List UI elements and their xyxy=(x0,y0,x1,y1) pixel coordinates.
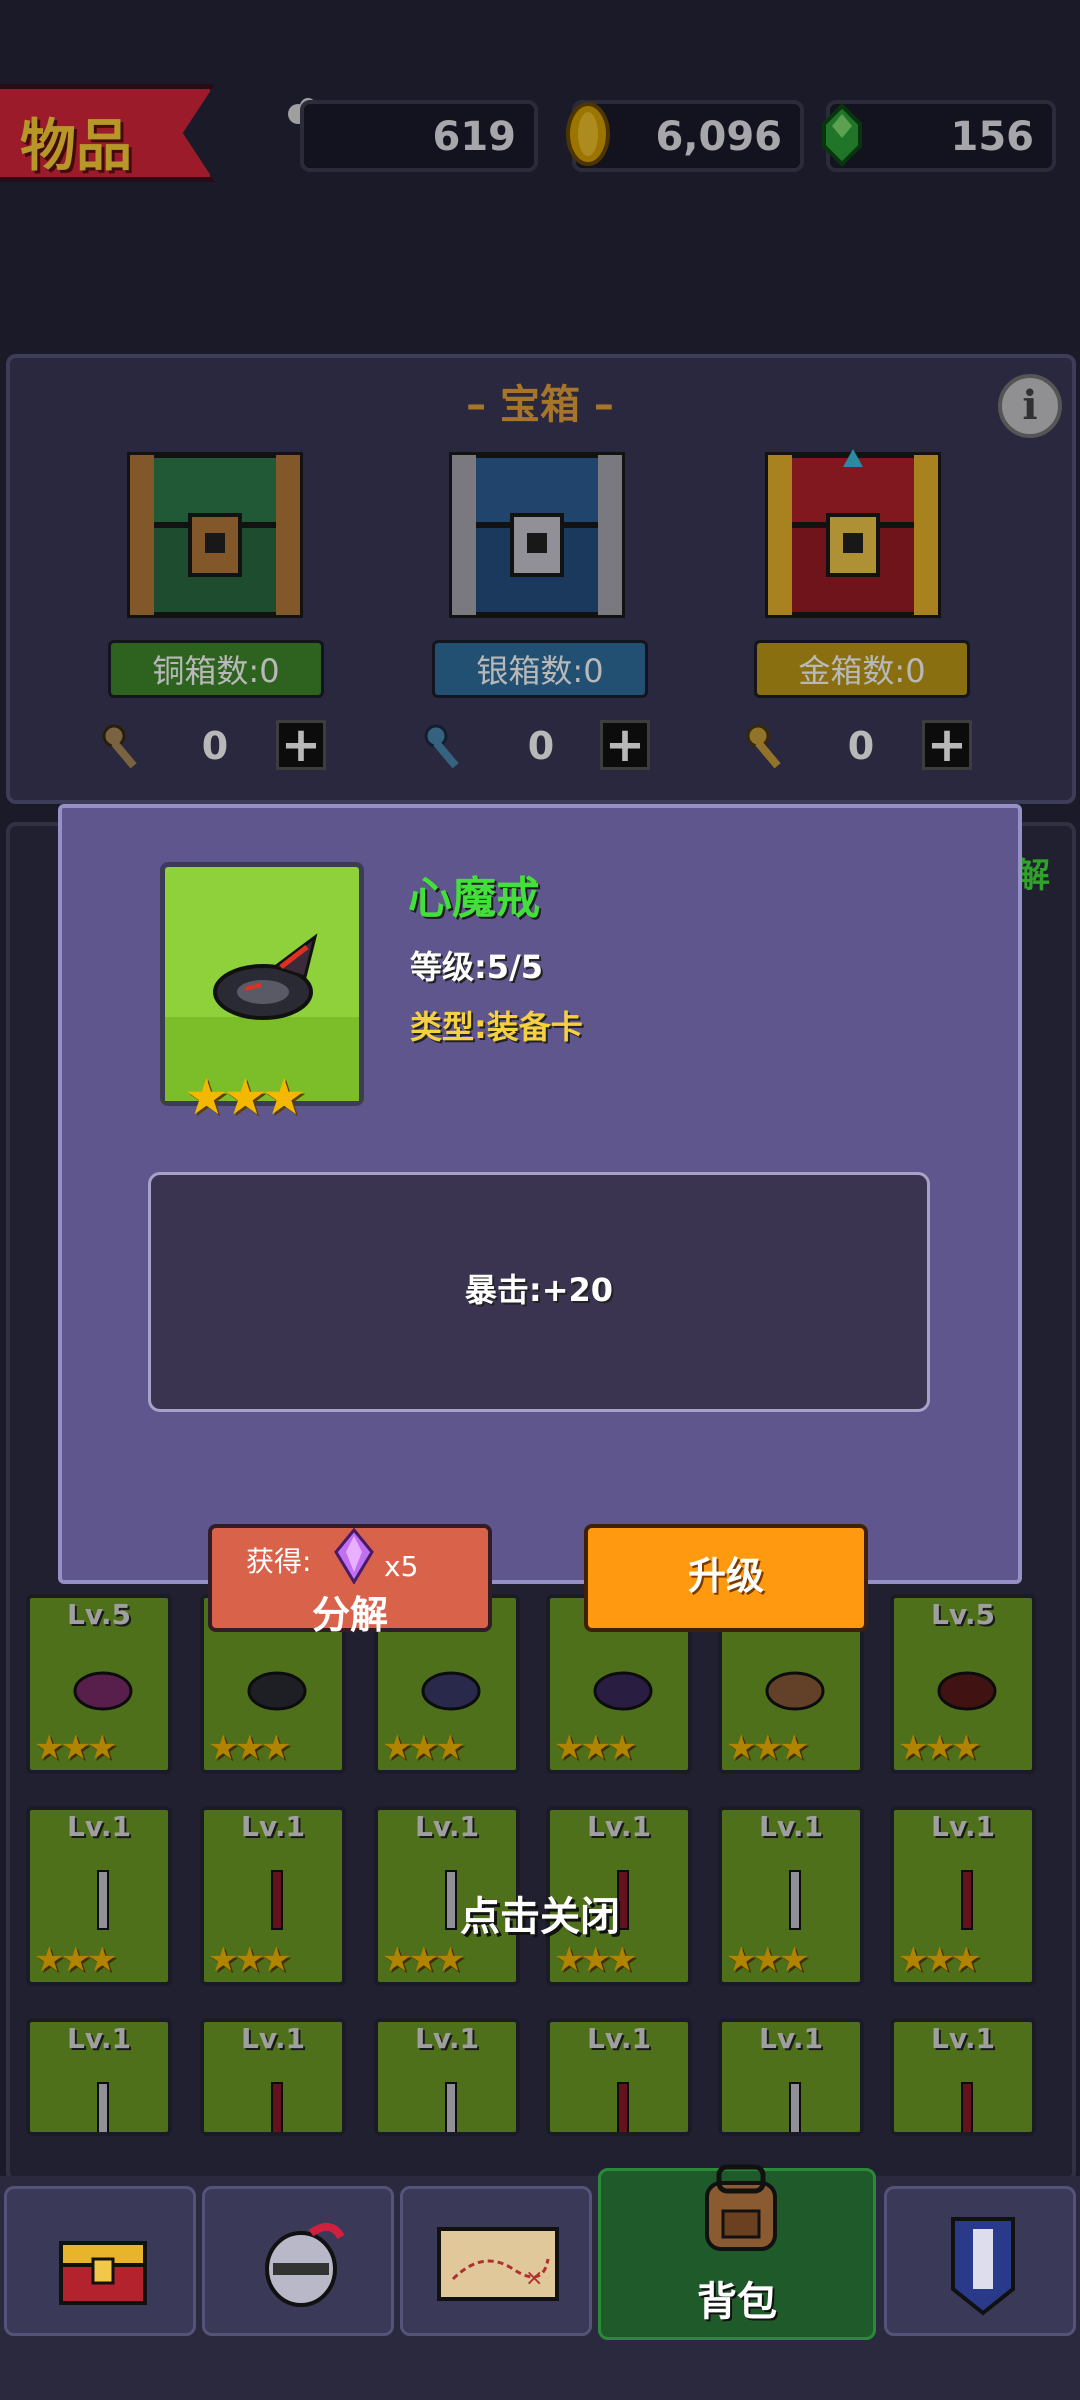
treasure-map-icon: × xyxy=(437,2227,559,2301)
item-name: 心魔戒 xyxy=(408,873,540,924)
decompose-label: 分解 xyxy=(311,1593,388,1637)
decompose-button[interactable]: 获得: x5 分解 xyxy=(208,1524,492,1637)
demon-ring-icon xyxy=(165,933,359,1101)
purple-crystal-icon xyxy=(334,1528,374,1584)
tab-chest[interactable] xyxy=(4,2186,196,2336)
treasure-chest-icon xyxy=(59,2241,147,2305)
backpack-icon xyxy=(705,2164,777,2251)
decompose-qty: x5 xyxy=(384,1550,419,1583)
svg-text:×: × xyxy=(525,2266,543,2291)
item-type: 类型:装备卡 xyxy=(410,1008,583,1046)
tab-backpack[interactable]: 背包 xyxy=(598,2164,876,2340)
tab-backpack-label: 背包 xyxy=(697,2279,777,2325)
item-stat: 暴击:+20 xyxy=(464,1271,614,1309)
knight-helmet-icon xyxy=(265,2223,345,2307)
tab-map[interactable]: × xyxy=(400,2186,592,2336)
item-level: 等级:5/5 xyxy=(410,948,544,986)
tab-hero[interactable] xyxy=(202,2186,394,2336)
shield-banner-icon xyxy=(951,2217,1015,2316)
item-stars: ★★★ xyxy=(184,1068,307,1126)
upgrade-button[interactable]: 升级 xyxy=(584,1524,868,1632)
tab-guild[interactable] xyxy=(884,2186,1076,2336)
tap-to-close-hint[interactable]: 点击关闭 xyxy=(0,1884,1080,1942)
decompose-gain-label: 获得: xyxy=(246,1545,312,1578)
